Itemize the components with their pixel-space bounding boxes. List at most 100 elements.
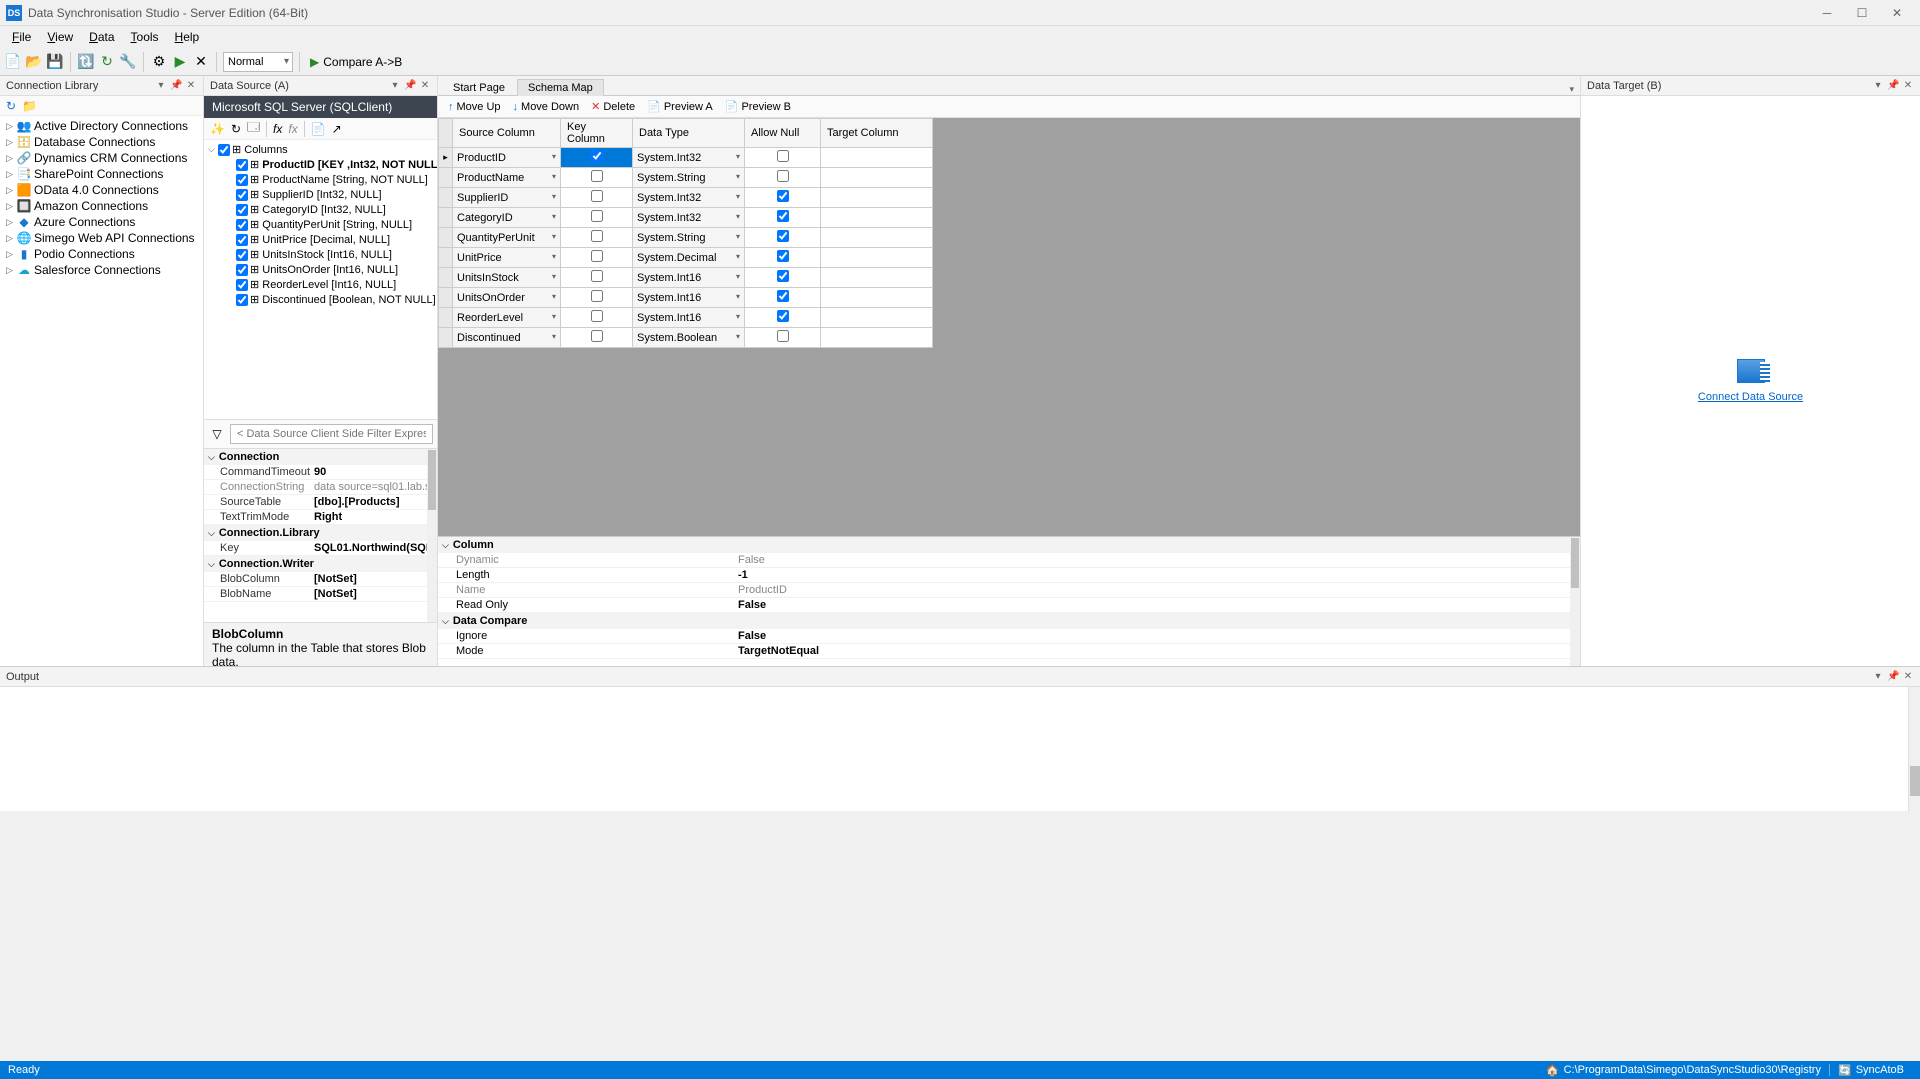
key-column-cell[interactable] [561,228,633,248]
library-item-azure[interactable]: ▷◆Azure Connections [4,214,199,230]
mode-select[interactable]: Normal [223,52,293,72]
delete-button[interactable]: ✕Delete [587,99,639,114]
col-header-target[interactable]: Target Column [821,119,933,148]
key-column-cell[interactable] [561,268,633,288]
allow-null-cell[interactable] [745,248,821,268]
stop-icon[interactable]: ✕ [192,53,210,71]
library-item-crm[interactable]: ▷🔗Dynamics CRM Connections [4,150,199,166]
column-item[interactable]: ⊞ ProductName [String, NOT NULL] [208,172,433,187]
row-header[interactable] [439,248,453,268]
close-icon[interactable]: ✕ [185,80,197,91]
column-item[interactable]: ⊞ UnitPrice [Decimal, NULL] [208,232,433,247]
table-row[interactable]: UnitsOnOrder System.Int16 [439,288,933,308]
prop-row[interactable]: NameProductID [438,583,1580,598]
table-row[interactable]: CategoryID System.Int32 [439,208,933,228]
allow-null-cell[interactable] [745,288,821,308]
pin-icon[interactable]: 📌 [1887,80,1899,91]
prop-row[interactable]: KeySQL01.Northwind(SQL [204,541,437,556]
play-icon[interactable]: ▶ [171,53,189,71]
library-item-salesforce[interactable]: ▷☁Salesforce Connections [4,262,199,278]
table-row[interactable]: QuantityPerUnit System.String [439,228,933,248]
prop-row[interactable]: ModeTargetNotEqual [438,644,1580,659]
column-item[interactable]: ⊞ UnitsOnOrder [Int16, NULL] [208,262,433,277]
table-row[interactable]: UnitPriceSystem.Decimal [439,248,933,268]
prop-row[interactable]: TextTrimModeRight [204,510,437,525]
source-column-cell[interactable]: ProductID [453,148,561,168]
preview-a-button[interactable]: 📄Preview A [643,99,717,114]
scrollbar[interactable] [1908,687,1920,811]
col-header-key[interactable]: Key Column [561,119,633,148]
pin-icon[interactable]: 📌 [170,80,182,91]
fx-icon[interactable]: fx [273,122,282,136]
tab-schema-map[interactable]: Schema Map [517,79,604,96]
data-type-cell[interactable]: System.Int32 [633,208,745,228]
col-header-source[interactable]: Source Column [453,119,561,148]
prop-row[interactable]: IgnoreFalse [438,629,1580,644]
prop-row[interactable]: BlobName[NotSet] [204,587,437,602]
column-item[interactable]: ⊞ ReorderLevel [Int16, NULL] [208,277,433,292]
source-column-cell[interactable]: CategoryID [453,208,561,228]
prop-row[interactable]: CommandTimeout90 [204,465,437,480]
dropdown-icon[interactable]: ▾ [1872,671,1884,682]
wand-icon[interactable]: ✨ [210,122,225,136]
data-type-cell[interactable]: System.Boolean [633,328,745,348]
allow-null-cell[interactable] [745,328,821,348]
export-icon[interactable]: ↗ [332,122,342,136]
columns-root[interactable]: ⌵⊞ Columns [208,142,433,157]
source-column-cell[interactable]: ProductName [453,168,561,188]
target-column-cell[interactable] [821,168,933,188]
allow-null-cell[interactable] [745,188,821,208]
target-column-cell[interactable] [821,228,933,248]
row-header[interactable] [439,288,453,308]
preview-b-button[interactable]: 📄Preview B [721,99,795,114]
column-item[interactable]: ⊞ QuantityPerUnit [String, NULL] [208,217,433,232]
maximize-button[interactable]: ☐ [1845,2,1879,24]
prop-row[interactable]: DynamicFalse [438,553,1580,568]
target-column-cell[interactable] [821,268,933,288]
table-row[interactable]: SupplierID System.Int32 [439,188,933,208]
pin-icon[interactable]: 📌 [404,80,416,91]
pin-icon[interactable]: 📌 [1887,671,1899,682]
prop-category-connlib[interactable]: Connection.Library [204,525,437,541]
close-icon[interactable]: ✕ [1902,671,1914,682]
dropdown-icon[interactable]: ▾ [389,80,401,91]
scrollbar[interactable] [427,449,437,622]
prop-row[interactable]: Read OnlyFalse [438,598,1580,613]
source-column-cell[interactable]: SupplierID [453,188,561,208]
compare-button[interactable]: ▶ Compare A->B [306,55,406,69]
menu-file[interactable]: File [4,27,39,47]
source-column-cell[interactable]: UnitsOnOrder [453,288,561,308]
refresh-icon[interactable]: ↻ [6,99,16,113]
refresh-icon[interactable]: 🔃 [77,53,95,71]
table-row[interactable]: ProductNameSystem.String [439,168,933,188]
open-icon[interactable]: 📂 [25,53,43,71]
allow-null-cell[interactable] [745,308,821,328]
row-header[interactable] [439,308,453,328]
allow-null-cell[interactable] [745,228,821,248]
key-column-cell[interactable] [561,328,633,348]
key-column-cell[interactable] [561,188,633,208]
col-header-dtype[interactable]: Data Type [633,119,745,148]
target-column-cell[interactable] [821,208,933,228]
row-header[interactable] [439,208,453,228]
library-item-ad[interactable]: ▷👥Active Directory Connections [4,118,199,134]
key-column-cell[interactable] [561,308,633,328]
data-type-cell[interactable]: System.String [633,228,745,248]
allow-null-cell[interactable] [745,168,821,188]
data-type-cell[interactable]: System.Int16 [633,288,745,308]
target-column-cell[interactable] [821,328,933,348]
data-type-cell[interactable]: System.Int32 [633,188,745,208]
prop-row[interactable]: SourceTable[dbo].[Products] [204,495,437,510]
column-item[interactable]: ⊞ SupplierID [Int32, NULL] [208,187,433,202]
scrollbar[interactable] [1570,537,1580,666]
source-column-cell[interactable]: UnitPrice [453,248,561,268]
tab-start-page[interactable]: Start Page [442,79,516,96]
gear-icon[interactable]: ⚙ [150,53,168,71]
data-type-cell[interactable]: System.Int16 [633,308,745,328]
close-icon[interactable]: ✕ [1902,80,1914,91]
new-icon[interactable]: 📄 [4,53,22,71]
target-column-cell[interactable] [821,248,933,268]
table-row[interactable]: ▸ProductIDSystem.Int32 [439,148,933,168]
prop-category-compare[interactable]: Data Compare [438,613,1580,629]
source-column-cell[interactable]: QuantityPerUnit [453,228,561,248]
